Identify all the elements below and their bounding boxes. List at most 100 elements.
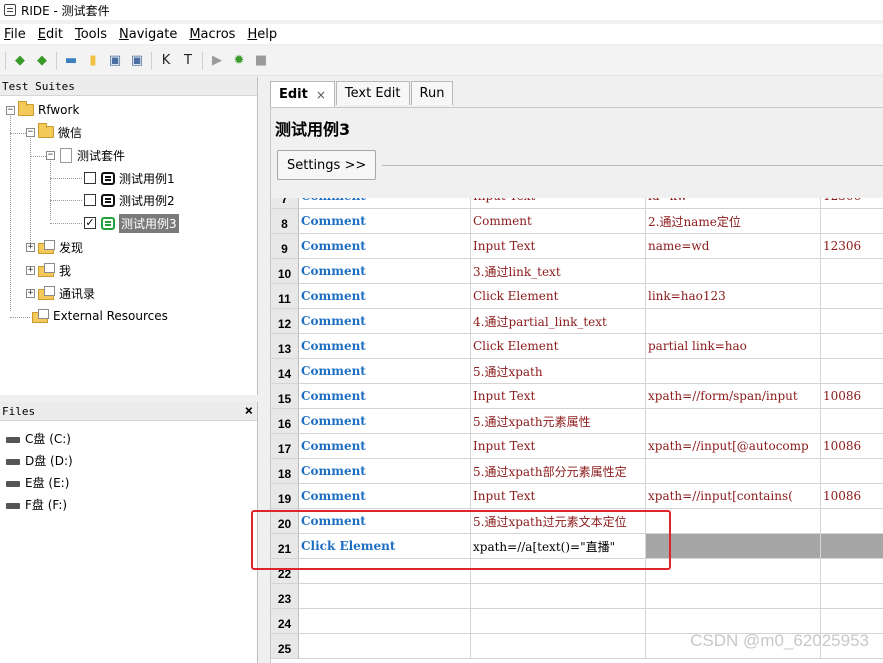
- grid-cell[interactable]: Comment: [299, 198, 471, 209]
- grid-cell[interactable]: [646, 584, 821, 609]
- grid-cell[interactable]: name=wd: [646, 234, 821, 259]
- grid-cell[interactable]: [821, 209, 883, 234]
- stop-icon[interactable]: ■: [252, 52, 270, 70]
- grid-cell[interactable]: Comment: [299, 259, 471, 284]
- grid-cell[interactable]: Input Text: [471, 198, 646, 209]
- grid-cell[interactable]: [821, 284, 883, 309]
- grid-cell[interactable]: [299, 559, 471, 584]
- grid-cell[interactable]: Input Text: [471, 434, 646, 459]
- grid-cell[interactable]: [821, 584, 883, 609]
- grid-cell[interactable]: id=kw: [646, 198, 821, 209]
- collapse-toggle-icon[interactable]: −: [46, 150, 55, 160]
- grid-cell[interactable]: Click Element: [471, 284, 646, 309]
- new-file-icon[interactable]: ▮: [84, 52, 102, 70]
- keyword-search-icon[interactable]: K: [157, 52, 175, 70]
- grid-cell[interactable]: partial link=hao: [646, 334, 821, 359]
- tree-node-4[interactable]: 测试用例1: [84, 167, 175, 189]
- back-arrow-icon[interactable]: ◆: [11, 52, 29, 70]
- grid-cell[interactable]: [646, 259, 821, 284]
- testcase-checkbox[interactable]: [84, 172, 96, 184]
- tree-node-1[interactable]: − Rfwork: [6, 99, 79, 121]
- testcase-checkbox[interactable]: ✓: [84, 217, 96, 229]
- grid-cell[interactable]: Comment: [299, 209, 471, 234]
- grid-cell[interactable]: [471, 584, 646, 609]
- grid-cell[interactable]: [299, 609, 471, 634]
- grid-cell[interactable]: Comment: [299, 334, 471, 359]
- grid-cell[interactable]: 10086: [821, 484, 883, 509]
- grid-cell[interactable]: Click Element: [299, 534, 471, 559]
- drive-item[interactable]: E盘 (E:): [6, 472, 69, 492]
- drive-item[interactable]: F盘 (F:): [6, 494, 67, 514]
- tab-text-edit[interactable]: Text Edit: [335, 81, 410, 105]
- pane-splitter[interactable]: [0, 395, 258, 402]
- grid-cell[interactable]: xpath=//input[contains(: [646, 484, 821, 509]
- grid-cell[interactable]: [821, 559, 883, 584]
- tab-edit[interactable]: Edit ×: [270, 81, 335, 107]
- grid-cell[interactable]: Comment: [299, 384, 471, 409]
- grid-cell[interactable]: [821, 259, 883, 284]
- grid-cell[interactable]: [821, 509, 883, 534]
- expand-toggle-icon[interactable]: +: [26, 288, 35, 298]
- grid-cell[interactable]: [646, 534, 821, 559]
- grid-cell[interactable]: link=hao123: [646, 284, 821, 309]
- tree-node-7[interactable]: + 发现: [26, 236, 83, 258]
- grid-cell[interactable]: 10086: [821, 384, 883, 409]
- files-close-button[interactable]: ×: [245, 403, 253, 419]
- grid-cell[interactable]: 12306: [821, 198, 883, 209]
- grid-cell[interactable]: 3.通过link_text: [471, 259, 646, 284]
- expand-toggle-icon[interactable]: +: [26, 265, 35, 275]
- grid-cell[interactable]: [821, 534, 883, 559]
- grid-cell[interactable]: 4.通过partial_link_text: [471, 309, 646, 334]
- tree-node-10[interactable]: External Resources: [32, 305, 168, 327]
- grid-cell[interactable]: 12306: [821, 234, 883, 259]
- debug-bug-icon[interactable]: ✹: [230, 52, 248, 70]
- drive-item[interactable]: D盘 (D:): [6, 450, 73, 470]
- tree-node-8[interactable]: + 我: [26, 259, 71, 281]
- tree-node-2[interactable]: − 微信: [26, 121, 82, 143]
- grid-cell[interactable]: [646, 309, 821, 334]
- grid-cell[interactable]: [299, 634, 471, 659]
- grid-cell[interactable]: Comment: [299, 434, 471, 459]
- grid-cell[interactable]: Comment: [299, 309, 471, 334]
- grid-cell[interactable]: Comment: [299, 509, 471, 534]
- grid-cell[interactable]: Input Text: [471, 234, 646, 259]
- grid-cell[interactable]: 5.通过xpath元素属性: [471, 409, 646, 434]
- tree-node-9[interactable]: + 通讯录: [26, 282, 95, 304]
- grid-cell[interactable]: Input Text: [471, 484, 646, 509]
- tree-node-3[interactable]: − 测试套件: [46, 144, 125, 166]
- tab-run[interactable]: Run: [410, 81, 454, 105]
- grid-cell[interactable]: Comment: [299, 409, 471, 434]
- grid-cell[interactable]: Comment: [299, 359, 471, 384]
- grid-cell[interactable]: [471, 634, 646, 659]
- menu-navigate[interactable]: Navigate: [113, 27, 183, 42]
- menu-file[interactable]: File: [0, 27, 32, 42]
- grid-cell[interactable]: [299, 584, 471, 609]
- grid-cell[interactable]: Comment: [299, 234, 471, 259]
- grid-cell[interactable]: Click Element: [471, 334, 646, 359]
- grid-cell[interactable]: [821, 309, 883, 334]
- grid-cell[interactable]: 2.通过name定位: [646, 209, 821, 234]
- grid-cell[interactable]: xpath=//form/span/input: [646, 384, 821, 409]
- forward-arrow-icon[interactable]: ◆: [33, 52, 51, 70]
- tree-node-6[interactable]: ✓ 测试用例3: [84, 212, 179, 234]
- menu-edit[interactable]: Edit: [32, 27, 69, 42]
- grid-cell[interactable]: [646, 359, 821, 384]
- grid-cell[interactable]: 5.通过xpath: [471, 359, 646, 384]
- grid-cell[interactable]: 5.通过xpath过元素文本定位: [471, 509, 646, 534]
- grid-cell[interactable]: [646, 459, 821, 484]
- tab-close-icon[interactable]: ×: [316, 88, 326, 102]
- grid-cell[interactable]: [646, 509, 821, 534]
- save-all-icon[interactable]: ▣: [128, 52, 146, 70]
- grid-cell[interactable]: [821, 359, 883, 384]
- grid-cell[interactable]: [471, 609, 646, 634]
- tree-node-5[interactable]: 测试用例2: [84, 189, 175, 211]
- expand-toggle-icon[interactable]: +: [26, 242, 35, 252]
- grid-cell[interactable]: [646, 559, 821, 584]
- grid-cell[interactable]: Comment: [299, 284, 471, 309]
- menu-help[interactable]: Help: [241, 27, 283, 42]
- grid-cell[interactable]: Input Text: [471, 384, 646, 409]
- save-icon[interactable]: ▣: [106, 52, 124, 70]
- drive-item[interactable]: C盘 (C:): [6, 428, 71, 448]
- collapse-toggle-icon[interactable]: −: [6, 105, 15, 115]
- grid-cell[interactable]: xpath=//input[@autocomp: [646, 434, 821, 459]
